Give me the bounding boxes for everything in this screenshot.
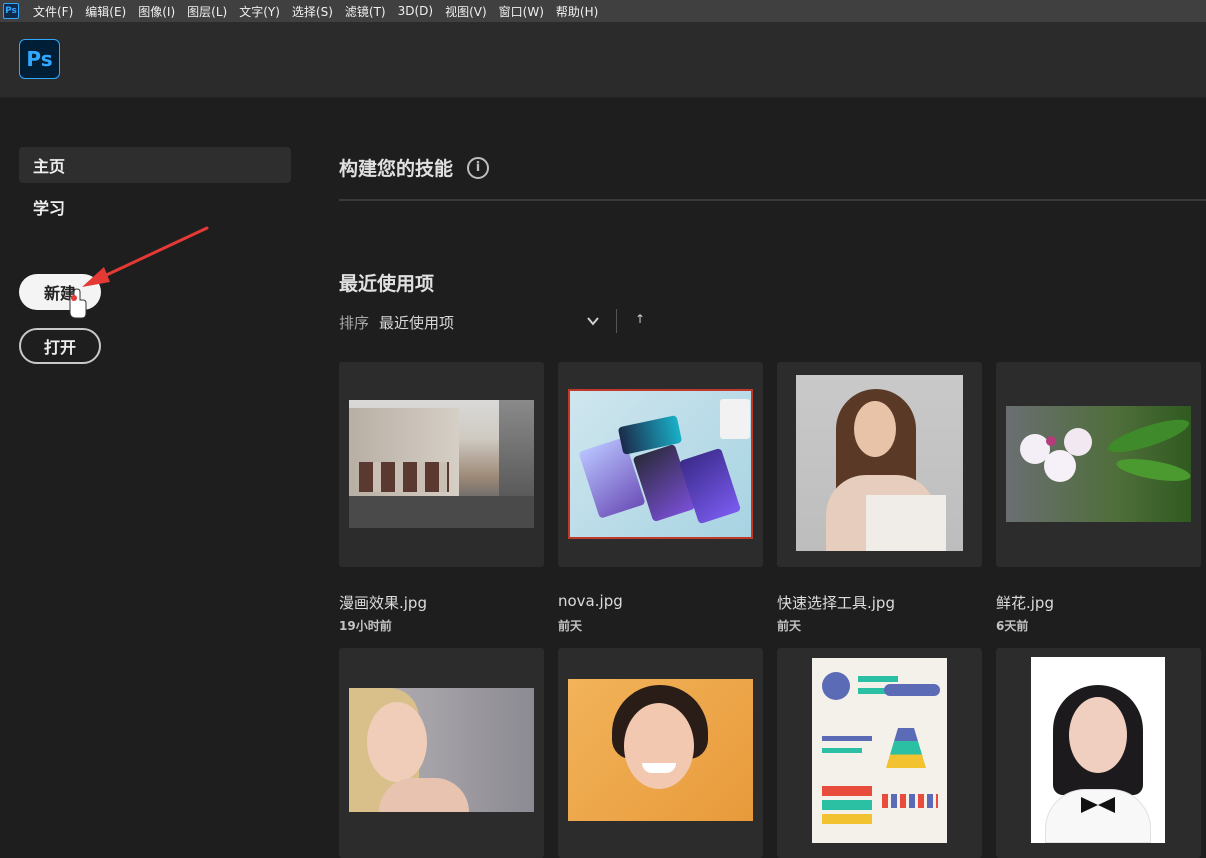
sort-label: 排序 bbox=[339, 313, 370, 332]
recent-file-card[interactable] bbox=[339, 362, 544, 567]
menu-help[interactable]: 帮助(H) bbox=[550, 3, 604, 20]
section-divider bbox=[339, 199, 1206, 201]
recent-file-card[interactable] bbox=[558, 648, 763, 858]
file-name[interactable]: 漫画效果.jpg bbox=[339, 592, 427, 613]
recent-file-card[interactable] bbox=[558, 362, 763, 567]
menu-image[interactable]: 图像(I) bbox=[132, 3, 181, 20]
skills-section-title: 构建您的技能 i bbox=[339, 154, 490, 181]
menu-filter[interactable]: 滤镜(T) bbox=[339, 3, 392, 20]
menu-type[interactable]: 文字(Y) bbox=[233, 3, 286, 20]
menu-select[interactable]: 选择(S) bbox=[286, 3, 339, 20]
sidebar-item-label: 主页 bbox=[33, 157, 66, 176]
main-content: 构建您的技能 i 最近使用项 排序 最近使用项 ↑ 漫画效果.jpg 19小时前… bbox=[310, 98, 1206, 858]
menu-file[interactable]: 文件(F) bbox=[27, 3, 79, 20]
sort-control: 排序 最近使用项 ↑ bbox=[339, 309, 659, 333]
sort-dropdown-value[interactable]: 最近使用项 bbox=[379, 312, 454, 333]
file-thumbnail bbox=[796, 375, 963, 551]
file-thumbnail bbox=[1006, 406, 1191, 522]
file-name[interactable]: 快速选择工具.jpg bbox=[777, 592, 895, 613]
file-thumbnail bbox=[568, 389, 753, 539]
recent-file-card[interactable] bbox=[339, 648, 544, 858]
menu-bar: Ps 文件(F) 编辑(E) 图像(I) 图层(L) 文字(Y) 选择(S) 滤… bbox=[0, 0, 1206, 22]
menu-layer[interactable]: 图层(L) bbox=[181, 3, 233, 20]
file-thumbnail bbox=[568, 679, 753, 821]
sidebar-item-label: 学习 bbox=[33, 199, 66, 218]
skills-title-text: 构建您的技能 bbox=[339, 158, 454, 180]
sort-separator bbox=[616, 309, 617, 333]
photoshop-logo: Ps bbox=[19, 39, 60, 79]
file-thumbnail bbox=[349, 400, 534, 528]
app-header: Ps bbox=[0, 22, 1206, 98]
file-name[interactable]: 鲜花.jpg bbox=[996, 592, 1054, 613]
file-name[interactable]: nova.jpg bbox=[558, 592, 623, 610]
file-time: 前天 bbox=[777, 619, 802, 633]
recent-file-card[interactable] bbox=[777, 362, 982, 567]
recent-file-card[interactable] bbox=[777, 648, 982, 858]
sort-direction-icon[interactable]: ↑ bbox=[635, 312, 645, 326]
file-time: 前天 bbox=[558, 619, 583, 633]
photoshop-app-icon[interactable]: Ps bbox=[3, 3, 19, 19]
menu-3d[interactable]: 3D(D) bbox=[392, 4, 439, 18]
sidebar: 主页 学习 新建 打开 bbox=[0, 98, 310, 858]
menu-edit[interactable]: 编辑(E) bbox=[79, 3, 132, 20]
file-thumbnail bbox=[812, 658, 947, 843]
sidebar-item-learn[interactable]: 学习 bbox=[19, 189, 291, 225]
file-thumbnail bbox=[1031, 657, 1165, 843]
menu-window[interactable]: 窗口(W) bbox=[493, 3, 550, 20]
open-button[interactable]: 打开 bbox=[19, 328, 101, 364]
menu-view[interactable]: 视图(V) bbox=[439, 3, 493, 20]
recent-file-card[interactable] bbox=[996, 648, 1201, 858]
chevron-down-icon[interactable] bbox=[586, 314, 600, 328]
recent-section-title: 最近使用项 bbox=[339, 273, 435, 295]
sidebar-item-home[interactable]: 主页 bbox=[19, 147, 291, 183]
recent-file-card[interactable] bbox=[996, 362, 1201, 567]
new-button[interactable]: 新建 bbox=[19, 274, 101, 310]
file-thumbnail bbox=[349, 688, 534, 812]
file-time: 6天前 bbox=[996, 619, 1029, 633]
file-time: 19小时前 bbox=[339, 619, 392, 633]
info-icon[interactable]: i bbox=[467, 156, 490, 179]
